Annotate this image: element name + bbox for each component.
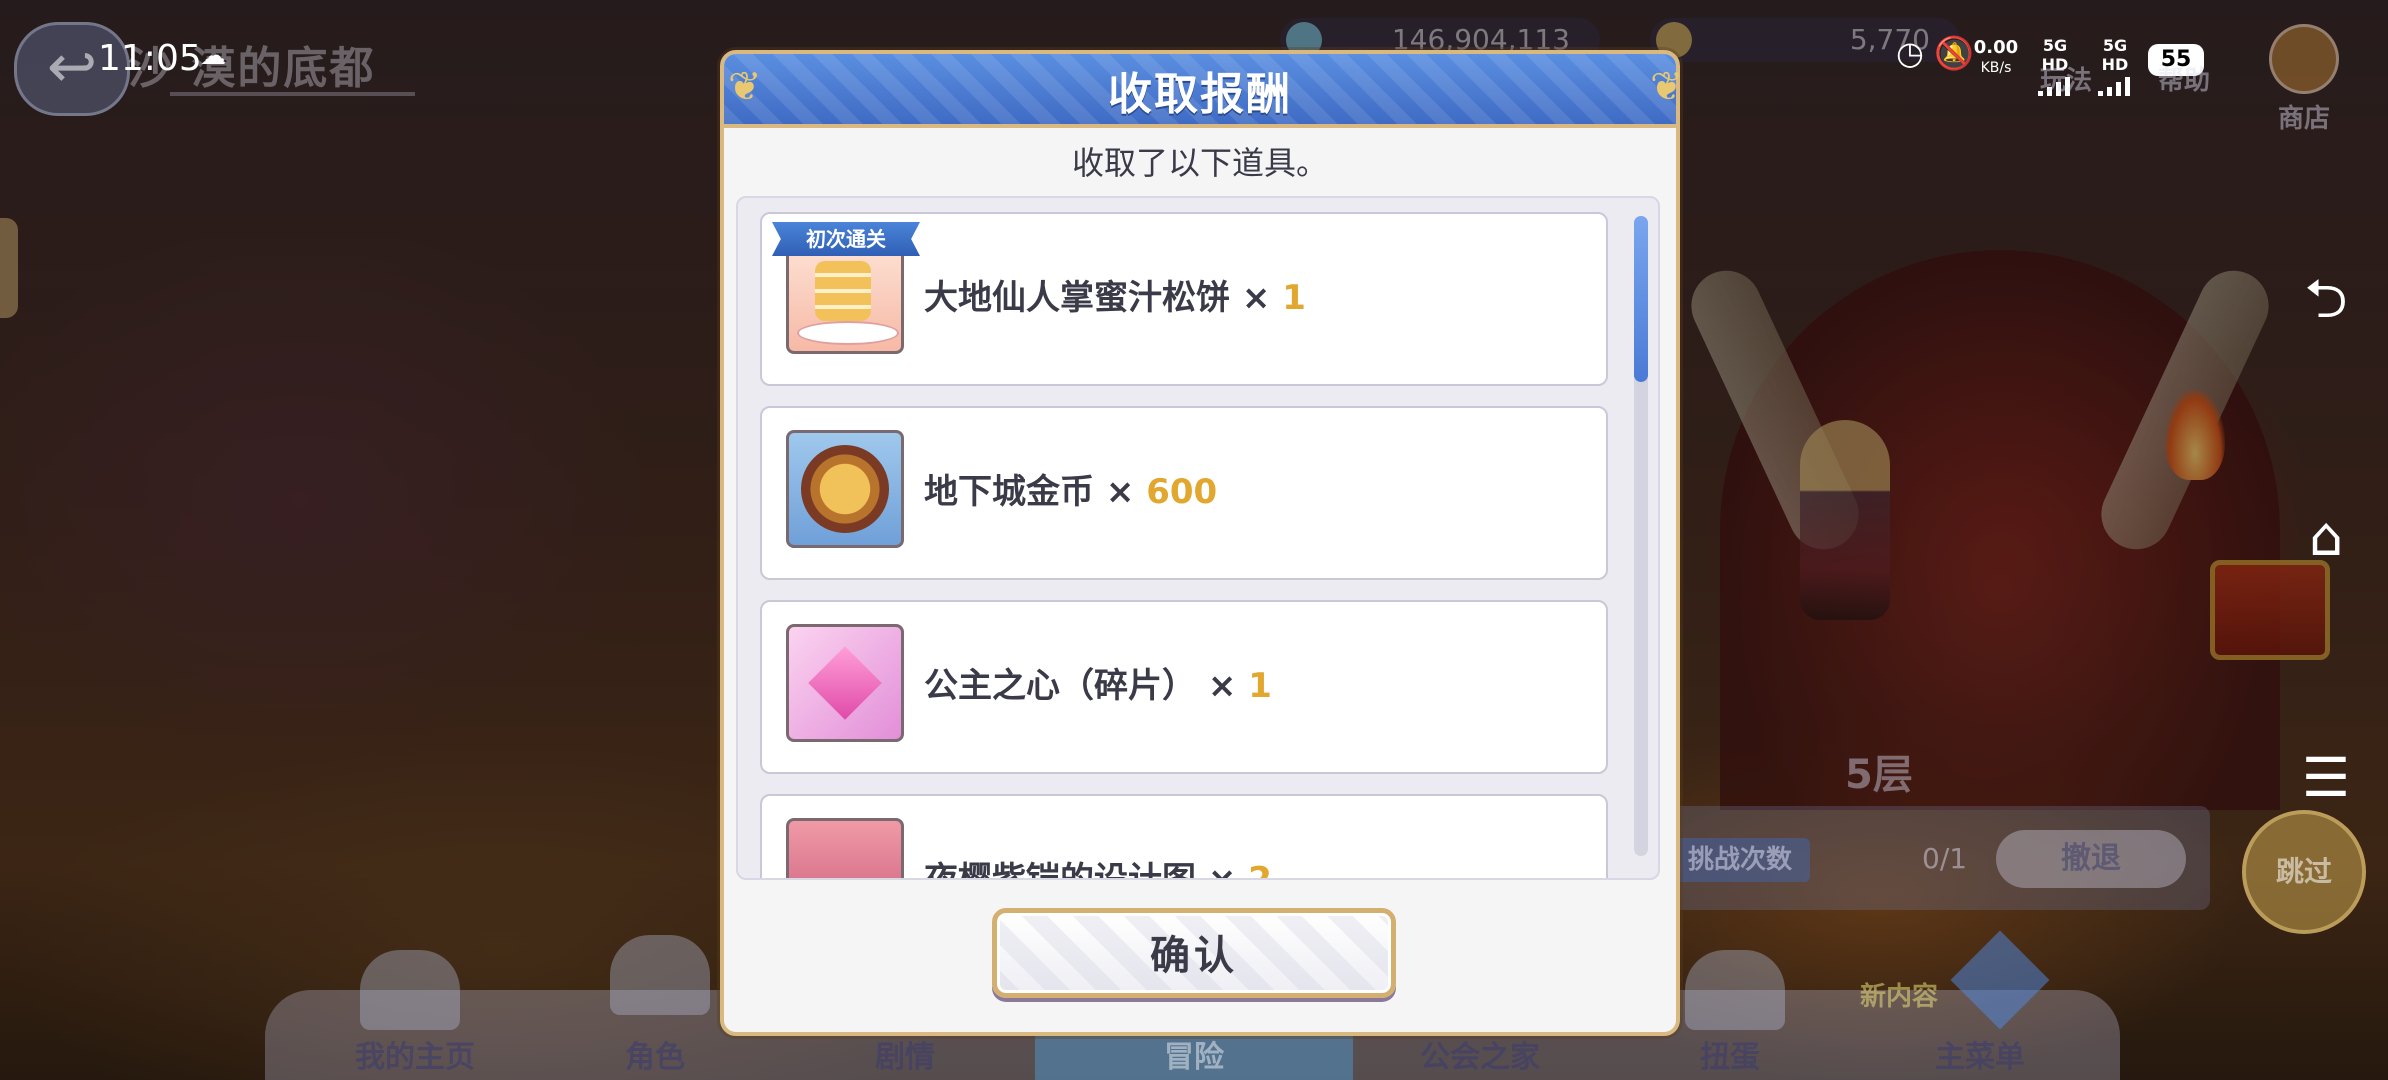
reward-item-name: 夜樱紫铠的设计图 — [924, 860, 1196, 878]
new-content-badge: 新内容 — [1860, 982, 1939, 1012]
mute-bell-icon: 🔕 — [1934, 34, 1974, 72]
first-clear-badge: 初次通关 — [772, 222, 920, 256]
challenge-label: 挑战次数 — [1670, 838, 1810, 882]
help-label: 帮助 — [2157, 66, 2210, 96]
reward-item: 地下城金币 × 600 — [760, 406, 1608, 580]
dialog-title: 收取报酬 — [1108, 69, 1292, 120]
coin-face — [801, 445, 889, 533]
reward-item-qty: 1 — [1248, 666, 1272, 706]
system-back-icon[interactable]: ⮌ — [2296, 260, 2356, 352]
nav-adventure[interactable]: 冒险 — [1094, 1032, 1294, 1076]
heart-shape — [808, 646, 882, 720]
reward-item-qty: 1 — [1282, 278, 1306, 318]
nav-guild-house[interactable]: 公会之家 — [1380, 1032, 1580, 1076]
reward-item-label: 地下城金币 × 600 — [924, 464, 1217, 513]
shop-icon — [2269, 24, 2339, 94]
pancake-plate — [797, 321, 899, 345]
reward-item-label: 夜樱紫铠的设计图 × 2 — [924, 852, 1272, 878]
system-home-icon[interactable]: ⌂ — [2296, 505, 2356, 568]
retreat-button[interactable]: 撤退 — [1996, 830, 2186, 888]
reward-item-name: 大地仙人掌蜜汁松饼 — [924, 278, 1230, 318]
reward-item: 初次通关 大地仙人掌蜜汁松饼 × 1 — [760, 212, 1608, 386]
wechat-icon: ☁ — [200, 41, 226, 71]
pancake-stack — [815, 261, 871, 321]
reward-item-label: 大地仙人掌蜜汁松饼 × 1 — [924, 270, 1306, 319]
character-icon — [610, 935, 710, 1015]
reward-item-name: 地下城金币 — [924, 472, 1094, 512]
fire — [2165, 390, 2225, 480]
cave-arch — [1720, 250, 2280, 810]
reward-item-qty: 600 — [1146, 472, 1218, 512]
play-guide-button[interactable]: 玩法 — [2026, 60, 2106, 97]
coin-icon — [786, 430, 904, 548]
nav-gacha[interactable]: 扭蛋 — [1630, 1032, 1830, 1076]
dialog-header: ❦ 收取报酬 ❦ — [724, 54, 1684, 128]
reward-list-viewport: 初次通关 大地仙人掌蜜汁松饼 × 1 地下城金币 × 600 公主之心（碎片） … — [738, 198, 1624, 878]
area-title-underline — [170, 92, 415, 96]
nav-story[interactable]: 剧情 — [805, 1032, 1005, 1076]
nav-home[interactable]: 我的主页 — [315, 1032, 515, 1076]
reward-item: 夜樱紫铠的设计图 × 2 — [760, 794, 1608, 878]
skip-button[interactable]: 跳过 — [2242, 810, 2366, 934]
reward-item-times: × — [1241, 278, 1271, 318]
heart-fragment-icon — [786, 624, 904, 742]
alarm-icon: ◷ — [1896, 34, 1924, 72]
reward-item: 公主之心（碎片） × 1 — [760, 600, 1608, 774]
reward-list[interactable]: 初次通关 大地仙人掌蜜汁松饼 × 1 地下城金币 × 600 公主之心（碎片） … — [736, 196, 1660, 880]
net-speed-value: 0.00 — [1973, 37, 2019, 58]
shop-label: 商店 — [2277, 104, 2330, 134]
dialog-subtitle: 收取了以下道具。 — [1071, 144, 1328, 182]
corner-ornament-icon: ❦ — [1650, 64, 1684, 110]
nav-main-menu[interactable]: 主菜单 — [1880, 1032, 2080, 1076]
reward-dialog: ❦ 收取报酬 ❦ 收取了以下道具。 初次通关 大地仙人掌蜜汁松饼 × 1 地下城… — [720, 50, 1684, 1036]
reward-item-name: 公主之心（碎片） — [924, 666, 1196, 706]
status-time: 11:05 — [98, 38, 202, 79]
reward-item-times: × — [1207, 666, 1237, 706]
play-guide-label: 玩法 — [2039, 66, 2092, 96]
blueprint-icon — [786, 818, 904, 878]
shop-button[interactable]: 商店 — [2264, 24, 2344, 135]
horn-left — [1679, 259, 1871, 561]
scrollbar-thumb[interactable] — [1634, 216, 1648, 382]
character-sprite — [1800, 420, 1890, 620]
floor-label: 5层 — [1845, 752, 1913, 798]
reward-item-times: × — [1208, 860, 1237, 878]
reward-item-times: × — [1105, 472, 1135, 512]
horn-right — [2089, 259, 2281, 561]
left-side-tab[interactable] — [0, 218, 18, 318]
system-menu-icon[interactable]: ☰ — [2296, 746, 2356, 809]
help-button[interactable]: 帮助 — [2144, 60, 2224, 97]
reward-item-qty: 2 — [1248, 860, 1272, 878]
net-speed: 0.00 KB/s — [1972, 38, 2020, 78]
net-speed-unit: KB/s — [1980, 60, 2012, 76]
nav-character[interactable]: 角色 — [555, 1032, 755, 1076]
list-scrollbar[interactable] — [1634, 216, 1648, 856]
challenge-count: 0/1 — [1922, 842, 1968, 875]
treasure-chest — [2210, 560, 2330, 660]
castle-icon — [360, 950, 460, 1030]
gacha-icon — [1685, 950, 1785, 1030]
reward-item-label: 公主之心（碎片） × 1 — [924, 658, 1272, 707]
confirm-button[interactable]: 确认 — [992, 908, 1396, 998]
